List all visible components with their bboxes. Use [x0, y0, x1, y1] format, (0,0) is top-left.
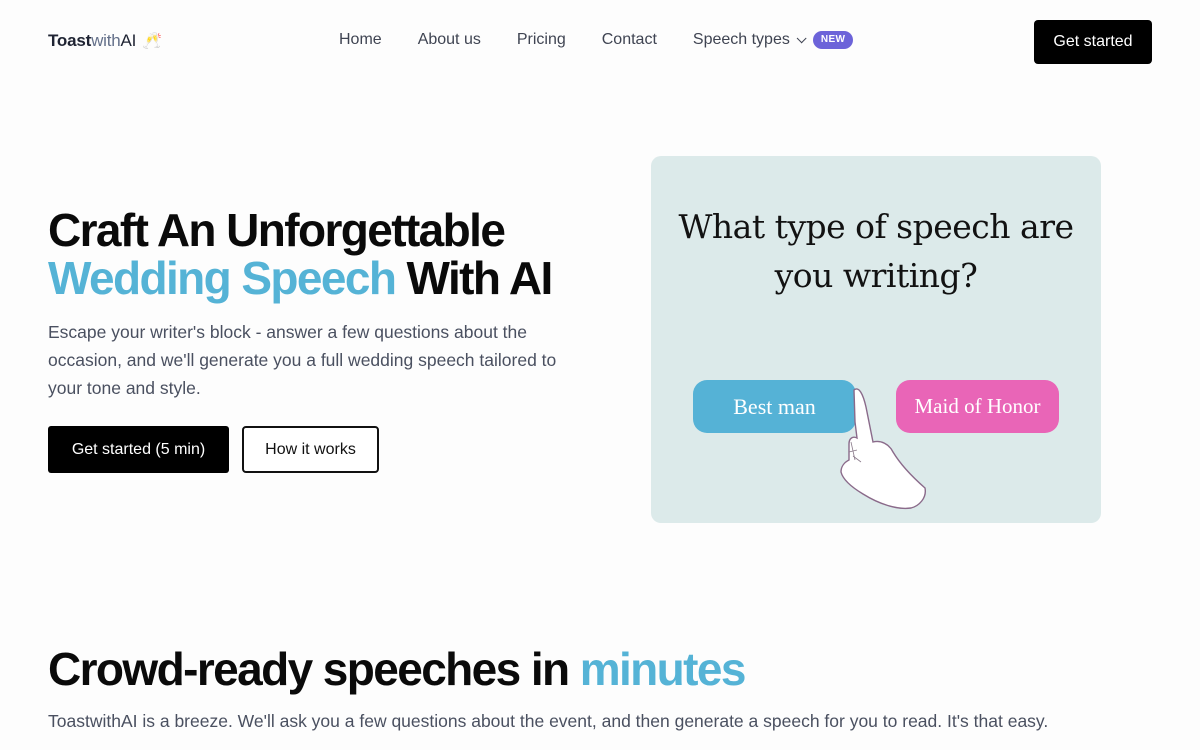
speech-types-label: Speech types: [692, 31, 790, 48]
nav-link-pricing[interactable]: Pricing: [517, 31, 566, 49]
hero-title-line2: With AI: [395, 252, 554, 304]
champagne-glasses-icon: 🥂: [142, 33, 162, 50]
logo-text-with: with: [91, 31, 121, 50]
hero-title-accent: Wedding Speech: [48, 252, 397, 304]
hero-actions: Get started (5 min) How it works: [48, 426, 379, 473]
hero-subtitle: Escape your writer's block - answer a fe…: [48, 322, 557, 398]
chevron-down-icon: [796, 32, 807, 43]
question-line2: you writing?: [774, 256, 978, 295]
logo[interactable]: Toast with AI 🥂: [48, 31, 162, 51]
get-started-button[interactable]: Get started (5 min): [48, 426, 229, 473]
new-badge: NEW: [812, 31, 854, 49]
section-title-accent: minutes: [579, 643, 747, 695]
logo-text-toast: Toast: [48, 31, 92, 50]
section-title: Crowd-ready speeches in minutes: [48, 641, 747, 697]
illustration-question: What type of speech are you writing?: [651, 202, 1101, 300]
nav-links: Home About us Pricing Contact Speech typ…: [339, 31, 854, 49]
nav-link-home[interactable]: Home: [339, 31, 382, 49]
question-line1: What type of speech are: [678, 207, 1074, 246]
speech-type-illustration: What type of speech are you writing? Bes…: [651, 156, 1101, 523]
logo-text-ai: AI: [120, 31, 137, 50]
nav-link-contact[interactable]: Contact: [602, 31, 657, 49]
section-subtitle: ToastwithAI is a breeze. We'll ask you a…: [48, 711, 1049, 731]
top-navigation: Toast with AI 🥂 Home About us Pricing Cont…: [0, 0, 1200, 84]
nav-link-about-us[interactable]: About us: [418, 31, 481, 49]
get-started-nav-button[interactable]: Get started: [1034, 20, 1152, 64]
pointing-hand-icon: [840, 388, 926, 510]
hero-title-line1: Craft An Unforgettable: [48, 204, 506, 256]
hero-title: Craft An Unforgettable Wedding Speech Wi…: [48, 204, 554, 304]
nav-link-speech-types[interactable]: Speech types NEW: [692, 31, 854, 49]
section-title-text: Crowd-ready speeches in: [48, 643, 580, 695]
how-it-works-button[interactable]: How it works: [242, 426, 379, 473]
